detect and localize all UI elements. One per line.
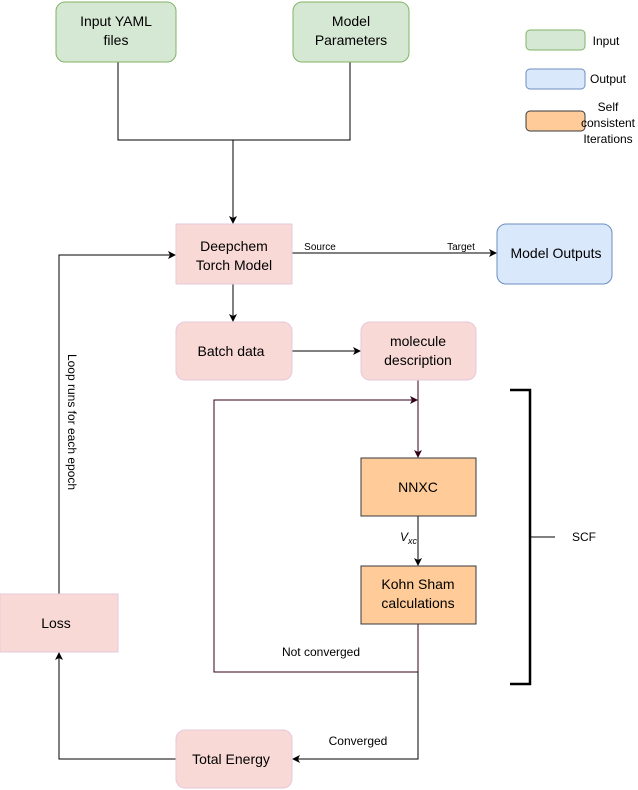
node-molecule-description: molecule description [360, 321, 477, 381]
node-label: Kohn Sham [381, 576, 454, 592]
node-label: Parameters [315, 32, 387, 48]
node-batch-data: Batch data [175, 321, 293, 381]
legend-input-label: Input [593, 34, 620, 48]
legend-output-label: Output [590, 72, 627, 86]
node-label: Model [332, 13, 370, 29]
node-label: NNXC [398, 479, 438, 495]
not-converged-label: Not converged [282, 645, 360, 659]
scf-bracket [510, 388, 532, 686]
scf-label: SCF [572, 530, 596, 544]
node-kohn-sham: Kohn Sham calculations [360, 565, 477, 625]
node-label: Batch data [198, 343, 265, 359]
node-label: Deepchem [200, 238, 268, 254]
node-label: Model Outputs [510, 245, 601, 261]
node-nnxc: NNXC [360, 457, 477, 517]
legend-scf-label: Iterations [583, 132, 632, 146]
legend-scf-label: Self [598, 100, 619, 114]
node-model-parameters: Model Parameters [292, 1, 410, 63]
node-input-yaml: Input YAML files [55, 1, 177, 63]
vxc-label: Vxc [400, 530, 418, 546]
node-total-energy: Total Energy [175, 729, 293, 789]
node-label: files [104, 32, 129, 48]
legend: Input Output Self consistent Iterations [525, 29, 636, 146]
edge-energy-loss [55, 652, 176, 760]
node-label: molecule [390, 333, 446, 349]
legend-scf-label: consistent [581, 116, 636, 130]
source-label: Source [304, 242, 336, 253]
node-label: Total Energy [192, 751, 270, 767]
edge-input-merge [117, 62, 351, 141]
flow-diagram: Input YAML files Model Parameters Deepch… [0, 1, 636, 789]
legend-output-swatch [525, 68, 586, 90]
node-deepchem-torch-model: Deepchem Torch Model [175, 223, 293, 285]
target-label: Target [447, 242, 475, 253]
node-model-outputs: Model Outputs [496, 223, 613, 285]
node-label: calculations [381, 595, 454, 611]
node-label: description [384, 352, 452, 368]
legend-input-swatch [525, 29, 586, 51]
node-label: Loss [41, 615, 71, 631]
converged-label: Converged [329, 734, 388, 748]
legend-scf-swatch [525, 110, 586, 132]
node-label: Input YAML [80, 13, 152, 29]
node-label: Torch Model [196, 257, 272, 273]
node-loss: Loss [0, 593, 119, 653]
edge-not-converged-loop [213, 396, 419, 673]
epoch-loop-label: Loop runs for each epoch [65, 354, 79, 490]
